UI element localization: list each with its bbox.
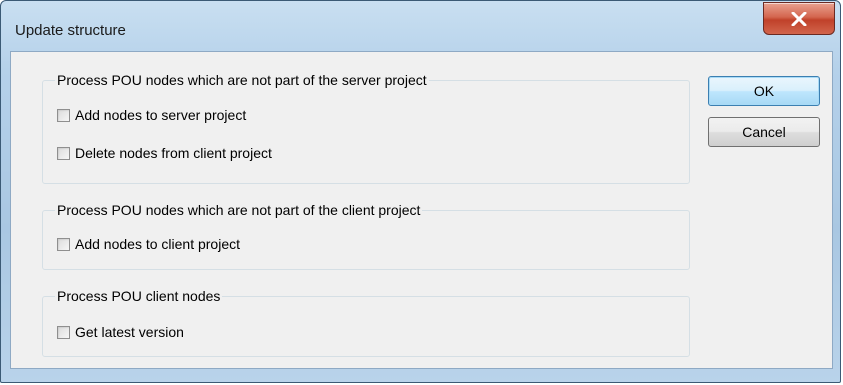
- checkbox-add-nodes-to-server-project[interactable]: Add nodes to server project: [57, 106, 246, 124]
- checkbox-box[interactable]: [57, 108, 70, 122]
- checkbox-delete-nodes-from-client-project[interactable]: Delete nodes from client project: [57, 144, 272, 162]
- checkbox-label: Delete nodes from client project: [75, 145, 272, 161]
- group-client-project: Process POU nodes which are not part of …: [42, 202, 690, 270]
- ok-button[interactable]: OK: [708, 76, 820, 106]
- window-title: Update structure: [15, 22, 126, 39]
- checkbox-label: Add nodes to client project: [75, 236, 240, 252]
- group-legend: Process POU client nodes: [57, 288, 221, 304]
- cancel-button[interactable]: Cancel: [708, 117, 820, 147]
- dialog-window: Update structure Process POU nodes which…: [0, 0, 841, 383]
- close-icon: [791, 12, 807, 26]
- checkbox-get-latest-version[interactable]: Get latest version: [57, 323, 184, 341]
- checkbox-label: Get latest version: [75, 324, 184, 340]
- checkbox-label: Add nodes to server project: [75, 107, 247, 123]
- title-bar[interactable]: Update structure: [1, 1, 840, 51]
- checkbox-box[interactable]: [57, 146, 70, 160]
- group-server-project: Process POU nodes which are not part of …: [42, 72, 690, 184]
- checkbox-box[interactable]: [57, 325, 70, 339]
- close-button[interactable]: [763, 2, 835, 35]
- group-legend: Process POU nodes which are not part of …: [57, 202, 421, 218]
- group-legend: Process POU nodes which are not part of …: [57, 72, 427, 88]
- dialog-client-area: Process POU nodes which are not part of …: [10, 51, 833, 369]
- group-client-nodes: Process POU client nodes Get latest vers…: [42, 288, 690, 357]
- checkbox-add-nodes-to-client-project[interactable]: Add nodes to client project: [57, 235, 240, 253]
- checkbox-box[interactable]: [57, 237, 70, 251]
